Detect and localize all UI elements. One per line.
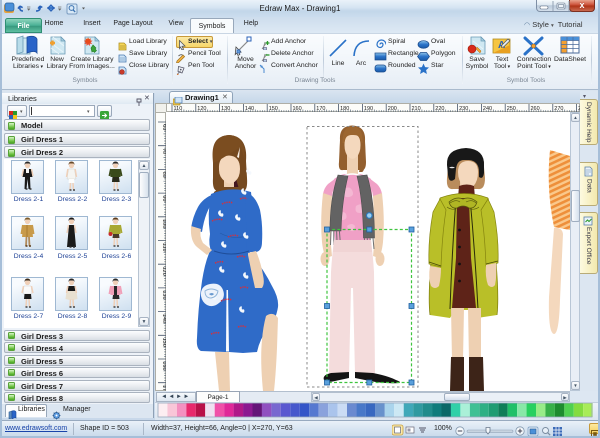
svg-text:130: 130	[221, 106, 230, 112]
svg-text:140: 140	[245, 106, 254, 112]
svg-text:190: 190	[364, 106, 373, 112]
svg-text:220: 220	[435, 106, 444, 112]
svg-text:230: 230	[459, 106, 468, 112]
svg-text:180: 180	[340, 106, 349, 112]
svg-text:210: 210	[412, 106, 421, 112]
svg-text:160: 160	[293, 106, 302, 112]
svg-text:250: 250	[507, 106, 516, 112]
svg-text:120: 120	[197, 106, 206, 112]
svg-text:260: 260	[531, 106, 540, 112]
svg-text:200: 200	[388, 106, 397, 112]
svg-text:150: 150	[269, 106, 278, 112]
svg-text:240: 240	[483, 106, 492, 112]
svg-text:270: 270	[554, 106, 563, 112]
svg-text:170: 170	[316, 106, 325, 112]
